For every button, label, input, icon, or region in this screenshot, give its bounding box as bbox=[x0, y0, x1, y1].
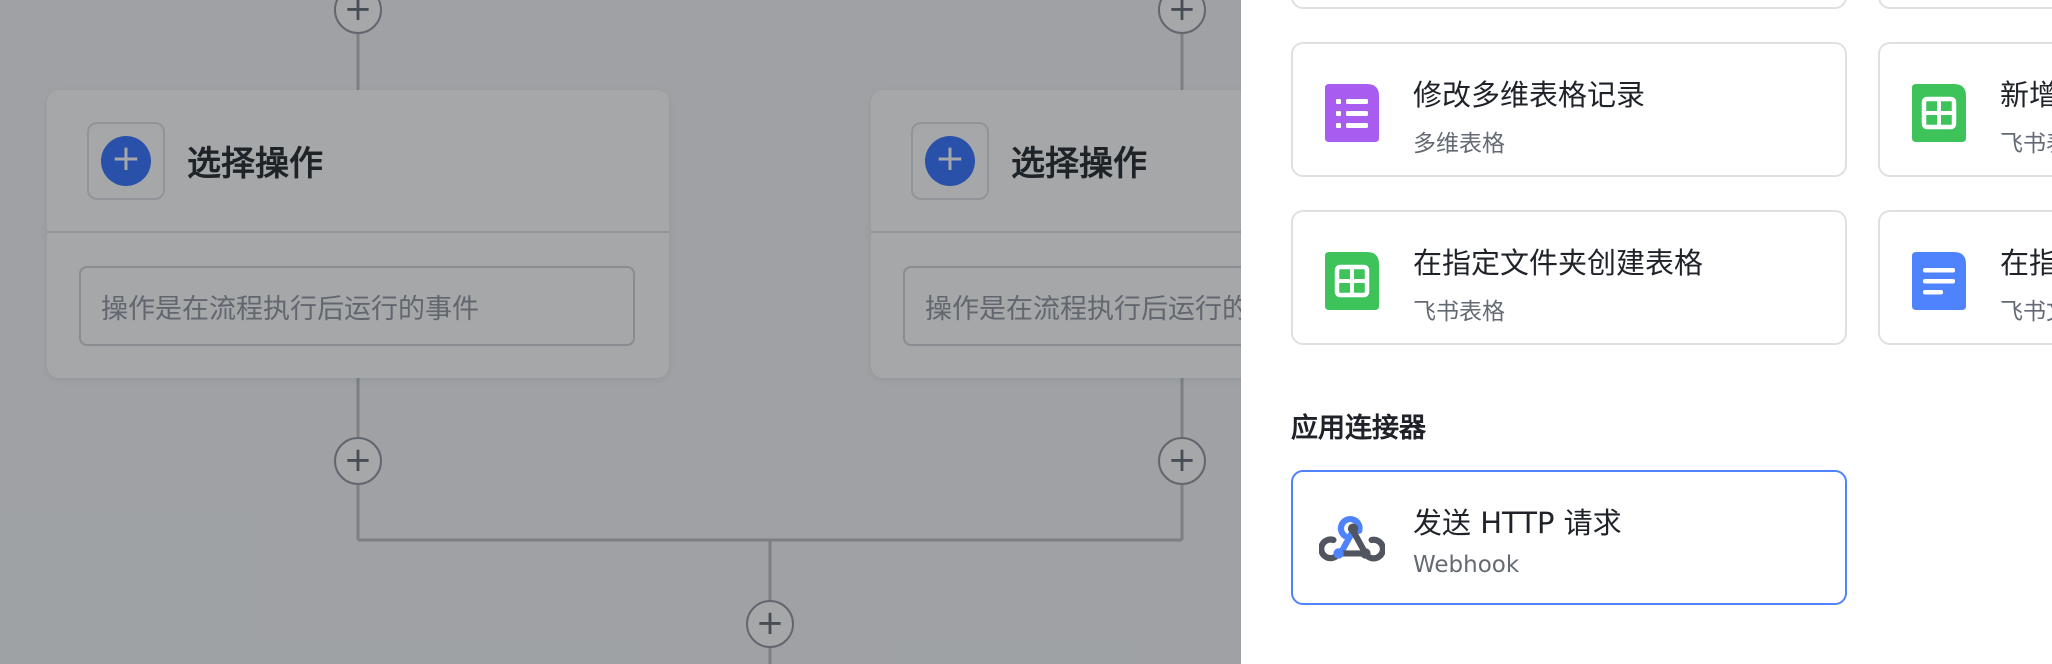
operation-card-send-http-request[interactable]: 发送 HTTP 请求 Webhook bbox=[1291, 470, 1847, 605]
operation-title: 发送 HTTP 请求 bbox=[1413, 506, 1622, 540]
webhook-icon bbox=[1319, 516, 1385, 562]
operation-card-create-doc-in-folder[interactable]: 在指 飞书文 bbox=[1878, 210, 2052, 345]
operation-card-add-sheet[interactable]: 新增 飞书表 bbox=[1878, 42, 2052, 177]
doc-icon bbox=[1912, 252, 1966, 310]
overlay-mask[interactable] bbox=[0, 0, 1241, 664]
sheet-icon bbox=[1912, 84, 1966, 142]
operation-card-edit-bitable-record[interactable]: 修改多维表格记录 多维表格 bbox=[1291, 42, 1847, 177]
operation-card-partial[interactable] bbox=[1878, 0, 2052, 9]
operation-subtitle: 飞书表格 bbox=[1413, 299, 1505, 325]
operation-subtitle: 多维表格 bbox=[1413, 131, 1505, 157]
bitable-icon bbox=[1325, 84, 1379, 142]
operation-subtitle: Webhook bbox=[1413, 552, 1520, 578]
operation-title: 在指 bbox=[2000, 246, 2052, 280]
operation-title: 新增 bbox=[2000, 78, 2052, 112]
operation-card-partial[interactable] bbox=[1291, 0, 1847, 9]
operation-title: 在指定文件夹创建表格 bbox=[1413, 246, 1704, 280]
operation-title: 修改多维表格记录 bbox=[1413, 78, 1646, 112]
sheet-icon bbox=[1325, 252, 1379, 310]
section-title-app-connectors: 应用连接器 bbox=[1291, 413, 1426, 444]
operation-card-create-sheet-in-folder[interactable]: 在指定文件夹创建表格 飞书表格 bbox=[1291, 210, 1847, 345]
operation-subtitle: 飞书表 bbox=[2000, 131, 2052, 157]
operation-subtitle: 飞书文 bbox=[2000, 299, 2052, 325]
workflow-canvas: + + + 选择操作 操作是在流程执行后运行的事件 + 选择操作 操作是在流程执… bbox=[0, 0, 1241, 664]
operation-drawer: 修改多维表格记录 多维表格 新增 飞书表 在指定文件夹创建表格 飞书表格 bbox=[1241, 0, 2052, 664]
